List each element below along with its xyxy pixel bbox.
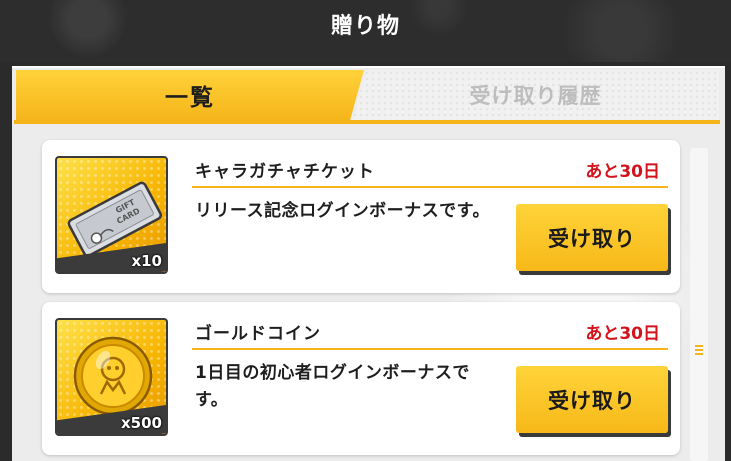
receive-button-label: 受け取り [548, 388, 636, 413]
gift-item: GIFT CARD x10 キャラガチャチケット あと30日 リリース記念ログイ… [42, 140, 680, 293]
page-title: 贈り物 [330, 14, 400, 39]
gift-description: 1日目の初心者ログインボーナスです。 [195, 363, 470, 410]
tab-underline [14, 120, 720, 124]
gift-card-ticket-icon: GIFT CARD x10 [55, 156, 168, 274]
tab-list-label: 一覧 [165, 85, 215, 111]
scrollbar-grip-icon[interactable] [695, 345, 703, 355]
tab-history[interactable]: 受け取り履歴 [352, 70, 719, 120]
gold-coin-icon: x500 [55, 318, 168, 436]
gift-quantity: x10 [131, 252, 162, 270]
gift-quantity: x500 [121, 414, 162, 432]
gift-divider [192, 348, 668, 350]
gift-expiry: あと30日 [585, 162, 660, 182]
gift-name: ゴールドコイン [195, 324, 321, 344]
receive-button-label: 受け取り [548, 226, 636, 251]
gift-item: x500 ゴールドコイン あと30日 1日目の初心者ログインボーナスです。 受け… [42, 302, 680, 455]
tab-list[interactable]: 一覧 [16, 70, 364, 120]
gift-expiry: あと30日 [585, 324, 660, 344]
gift-description: リリース記念ログインボーナスです。 [195, 201, 490, 221]
tab-history-label: 受け取り履歴 [469, 84, 602, 108]
gift-divider [192, 186, 668, 188]
gift-name: キャラガチャチケット [195, 162, 375, 182]
receive-button[interactable]: 受け取り [516, 204, 668, 271]
scrollbar[interactable] [690, 148, 708, 461]
receive-button[interactable]: 受け取り [516, 366, 668, 433]
